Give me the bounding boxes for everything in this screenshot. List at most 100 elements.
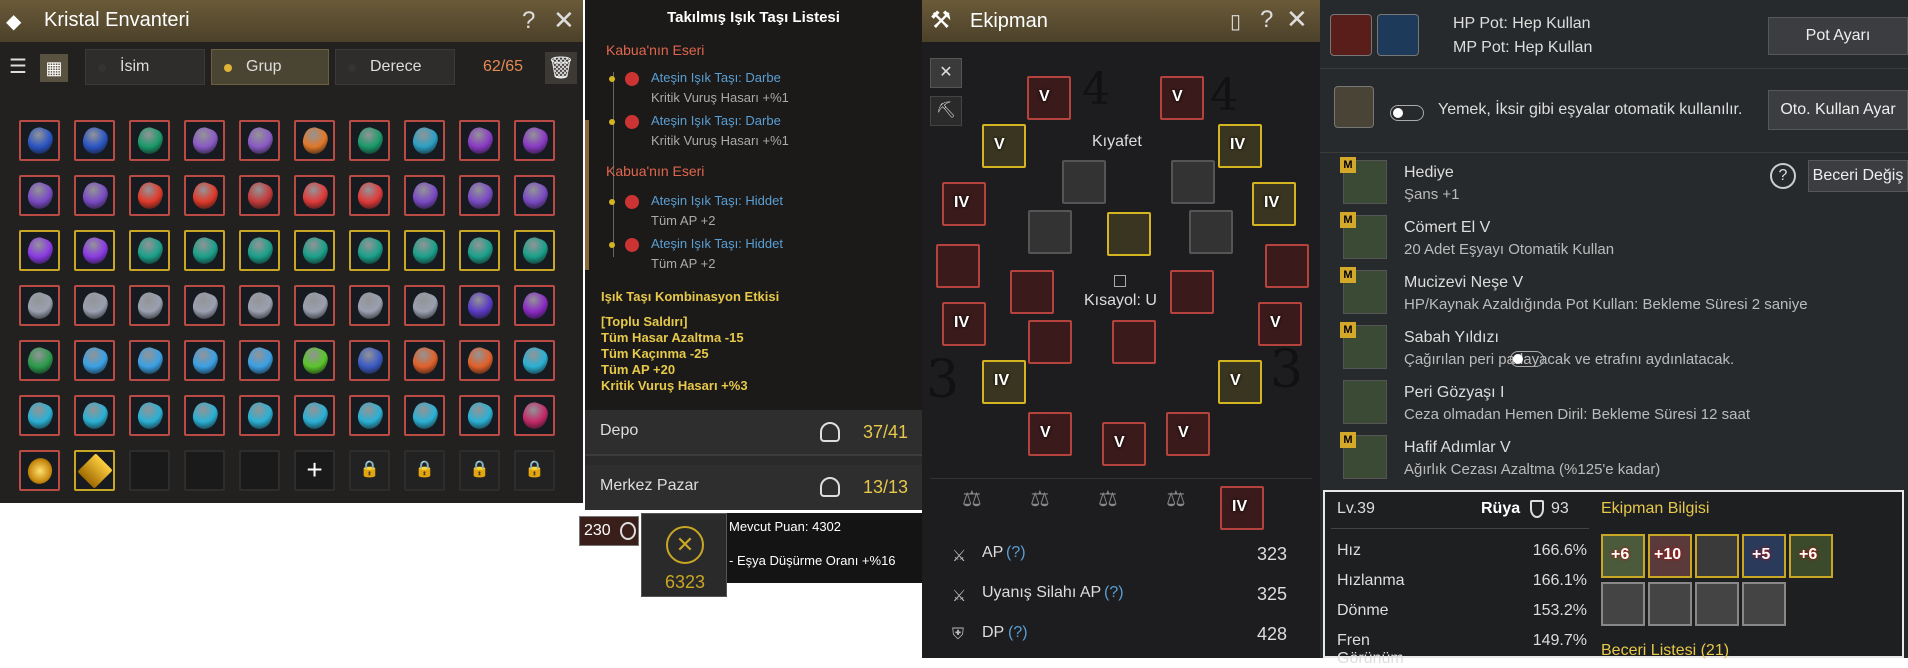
crystal-slot[interactable] [404,230,445,271]
gear-slot[interactable] [1265,244,1309,288]
gear-slot[interactable]: V [1166,412,1210,456]
grid-view-icon[interactable]: ▦ [40,54,68,82]
gear-slot[interactable] [1170,270,1214,314]
auto-use-settings-button[interactable]: Oto. Kullan Ayar [1768,90,1908,130]
empty-accessory-slot-icon[interactable]: ⚖ [1166,486,1202,526]
gear-slot[interactable] [1028,210,1072,254]
crystal-slot[interactable] [74,340,115,381]
gear-slot[interactable] [1028,320,1072,364]
hp-potion-icon[interactable] [1330,14,1372,56]
crystal-slot[interactable] [239,175,280,216]
crystal-slot[interactable] [459,340,500,381]
crystal-slot[interactable] [514,285,555,326]
crystal-slot[interactable] [184,230,225,271]
gear-slot[interactable]: IV [982,360,1026,404]
crystal-slot[interactable] [294,340,335,381]
gear-slot[interactable] [1107,212,1151,256]
pet-equip-slot[interactable]: +6 [1789,534,1833,578]
crossed-swords-icon[interactable]: ✕ [930,58,962,88]
help-icon[interactable]: ? [522,7,535,35]
crystal-slot[interactable] [74,285,115,326]
crystal-slot[interactable] [294,175,335,216]
sort-tab-group[interactable]: Grup [211,49,329,85]
gear-slot[interactable] [1010,270,1054,314]
crystal-slot[interactable] [19,175,60,216]
pet-equip-slot[interactable]: +10 [1648,534,1692,578]
crystal-slot[interactable] [459,230,500,271]
crystal-slot[interactable] [239,285,280,326]
close-icon[interactable]: ✕ [1286,4,1308,35]
crystal-slot[interactable] [404,120,445,161]
crystal-slot[interactable] [129,175,170,216]
crystal-slot[interactable] [19,230,60,271]
gear-slot[interactable]: IV [942,302,986,346]
sort-tab-name[interactable]: İsim [85,49,205,85]
crystal-slot[interactable] [514,120,555,161]
crystal-slot[interactable] [129,230,170,271]
crystal-slot[interactable] [514,230,555,271]
crystal-slot[interactable] [19,395,60,436]
gear-slot[interactable]: IV [1252,182,1296,226]
crystal-slot[interactable] [19,340,60,381]
pet-equip-slot[interactable]: +6 [1601,534,1645,578]
crystal-slot[interactable] [74,230,115,271]
mp-potion-icon[interactable] [1377,14,1419,56]
crystal-slot[interactable] [129,340,170,381]
empty-accessory-slot-icon[interactable]: ⚖ [1030,486,1066,526]
crystal-slot[interactable] [184,395,225,436]
scrollbar[interactable] [585,120,589,270]
crystal-slot[interactable] [349,340,390,381]
crystal-slot[interactable] [19,120,60,161]
help-icon[interactable]: ? [1260,6,1273,34]
add-slot-icon[interactable]: + [294,450,335,491]
sort-tab-grade[interactable]: Derece [335,49,455,85]
crystal-slot[interactable] [19,450,60,491]
pickaxe-icon[interactable]: ⛏ [930,96,962,126]
crystal-slot[interactable] [349,120,390,161]
pet-equip-slot[interactable] [1695,534,1739,578]
crystal-slot[interactable] [349,175,390,216]
crystal-slot[interactable] [129,120,170,161]
gear-slot[interactable] [1062,160,1106,204]
crystal-slot[interactable] [404,285,445,326]
help-link[interactable]: (?) [1006,544,1026,562]
crystal-slot[interactable] [514,340,555,381]
auto-use-toggle[interactable] [1390,104,1424,121]
empty-accessory-slot-icon[interactable]: ⚖ [1098,486,1134,526]
crystal-slot[interactable] [74,450,115,491]
crystal-slot[interactable] [129,395,170,436]
list-view-icon[interactable]: ☰ [9,56,31,78]
crystal-slot[interactable] [239,120,280,161]
storage-row-depo[interactable]: Depo 37/41 [585,410,922,456]
skill-change-button[interactable]: Beceri Değiş [1808,160,1908,192]
empty-accessory-slot-icon[interactable]: ⚖ [962,486,998,526]
crystal-slot[interactable] [514,395,555,436]
crystal-slot[interactable] [294,120,335,161]
pet-costume-slot[interactable] [1648,582,1692,626]
crystal-slot[interactable] [349,285,390,326]
gear-slot[interactable] [1112,320,1156,364]
crystal-slot[interactable] [184,175,225,216]
gear-slot[interactable]: V [1028,412,1072,456]
pet-costume-slot[interactable] [1601,582,1645,626]
crystal-slot[interactable] [74,175,115,216]
pet-costume-slot[interactable] [1695,582,1739,626]
trash-icon[interactable]: 🗑 [545,52,577,84]
morning-star-toggle[interactable] [1510,350,1544,367]
crystal-slot[interactable] [459,285,500,326]
gear-slot[interactable]: IV [942,182,986,226]
crystal-slot[interactable] [19,285,60,326]
crystal-slot[interactable] [404,175,445,216]
crystal-slot[interactable] [459,120,500,161]
storage-row-market[interactable]: Merkez Pazar 13/13 [585,465,922,510]
crystal-slot[interactable] [514,175,555,216]
gear-slot[interactable]: V [1027,76,1071,120]
gear-slot[interactable]: V [1102,422,1146,466]
document-icon[interactable]: ▯ [1230,9,1241,34]
item-count-badge[interactable]: 230 [579,516,639,546]
crystal-slot[interactable] [459,175,500,216]
crystal-slot[interactable] [239,340,280,381]
crystal-slot[interactable] [184,120,225,161]
help-link[interactable]: (?) [1008,624,1028,642]
crystal-slot[interactable] [459,395,500,436]
